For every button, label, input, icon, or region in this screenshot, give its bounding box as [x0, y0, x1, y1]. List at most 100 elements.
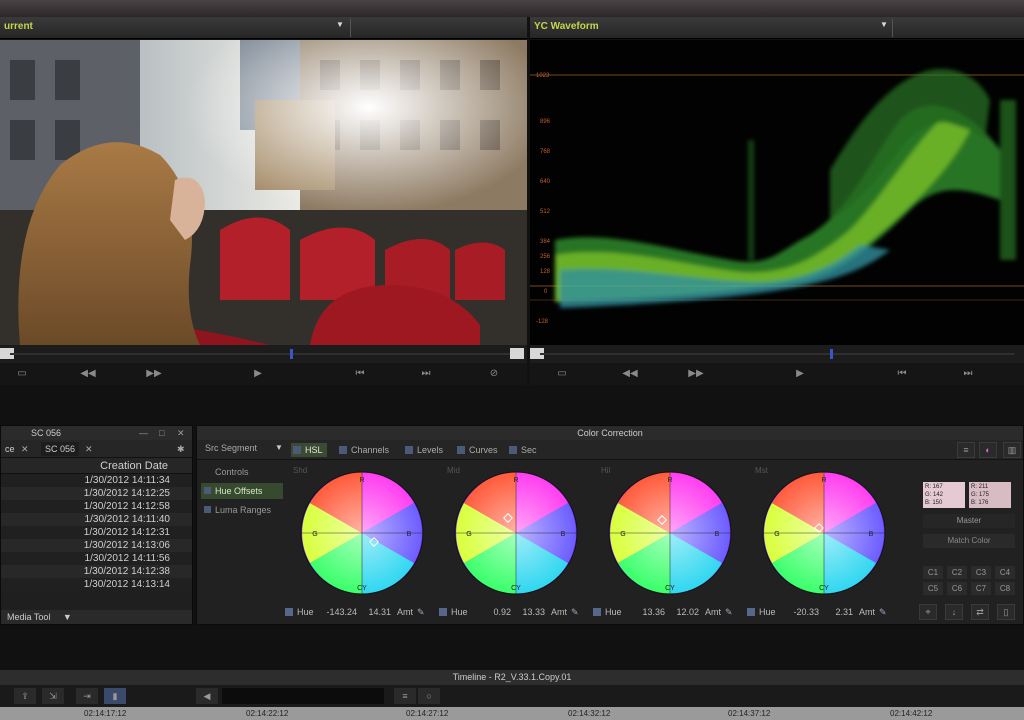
record-circle-icon[interactable]: ○: [418, 688, 440, 704]
enable-checkbox[interactable]: [285, 608, 293, 616]
tab-close-icon[interactable]: ✕: [17, 442, 33, 456]
down-arrow-icon[interactable]: ↓: [945, 604, 963, 620]
hue-value[interactable]: 13.36: [627, 604, 665, 620]
tab-curves[interactable]: Curves: [455, 443, 502, 457]
display-icon[interactable]: ▭: [554, 366, 570, 382]
maximize-icon[interactable]: □: [159, 426, 164, 440]
play-icon[interactable]: ▶: [792, 366, 808, 382]
tab-channels[interactable]: Channels: [337, 443, 393, 457]
enable-checkbox[interactable]: [747, 608, 755, 616]
table-row[interactable]: 1/30/2012 14:11:56: [1, 552, 192, 565]
enable-checkbox[interactable]: [439, 608, 447, 616]
table-row[interactable]: 1/30/2012 14:13:06: [1, 539, 192, 552]
tab-hsl[interactable]: HSL: [291, 443, 327, 457]
timeline-ruler[interactable]: 02:14:17:12 02:14:22:12 02:14:27:12 02:1…: [0, 707, 1024, 720]
sample-icon[interactable]: ⌖: [919, 604, 937, 620]
disable-icon[interactable]: ⊘: [486, 366, 502, 382]
table-row[interactable]: 1/30/2012 14:12:31: [1, 526, 192, 539]
amount-value[interactable]: 13.33: [515, 604, 545, 620]
next-edit-icon[interactable]: ⏭: [418, 366, 434, 382]
master-select[interactable]: Master: [923, 514, 1015, 528]
table-row[interactable]: 1/30/2012 14:11:34: [1, 474, 192, 487]
prev-edit-icon[interactable]: ⏮: [352, 366, 368, 382]
match-color-button[interactable]: Match Color: [923, 534, 1015, 548]
swap-icon[interactable]: ⇄: [971, 604, 989, 620]
color-wheel-mid[interactable]: Mid R B CY G: [443, 464, 583, 600]
hue-value[interactable]: -20.33: [781, 604, 819, 620]
position-track[interactable]: [540, 353, 1014, 355]
tab-secondary[interactable]: Sec: [507, 443, 541, 457]
menu-icon[interactable]: ≡: [394, 688, 416, 704]
color-swatch-b[interactable]: R: 211 G: 175 B: 176: [969, 482, 1011, 508]
waveform-scope[interactable]: 1023 896 768 640 512 384 256 128 0 -128: [530, 40, 1024, 345]
amount-value[interactable]: 12.02: [669, 604, 699, 620]
table-row[interactable]: 1/30/2012 14:12:25: [1, 487, 192, 500]
scope-menu-dropdown[interactable]: ▼: [880, 20, 888, 29]
media-tool-label[interactable]: Media Tool: [7, 612, 50, 622]
eyedropper-icon[interactable]: ✎: [571, 604, 579, 620]
list-icon[interactable]: ≡: [957, 442, 975, 458]
prev-edit-icon[interactable]: ⏮: [894, 366, 910, 382]
color-memory-button[interactable]: C5: [923, 582, 943, 595]
sidebar-item-controls[interactable]: Controls: [201, 464, 283, 480]
record-position-bar[interactable]: [530, 345, 1024, 363]
hue-wheel[interactable]: R B CY G: [299, 470, 425, 596]
playhead[interactable]: [830, 349, 833, 359]
audio-icon[interactable]: ◀: [196, 688, 218, 704]
bin-tab[interactable]: ce: [1, 442, 19, 456]
hue-value[interactable]: 0.92: [473, 604, 511, 620]
eyedropper-icon[interactable]: ✎: [417, 604, 425, 620]
overwrite-icon[interactable]: ▮: [104, 688, 126, 704]
sidebar-item-hue-offsets[interactable]: Hue Offsets: [201, 483, 283, 499]
bin-settings-icon[interactable]: ✱: [173, 442, 189, 456]
hue-wheel[interactable]: R B CY G: [761, 470, 887, 596]
fast-forward-icon[interactable]: ▶▶: [146, 366, 162, 382]
viewer-menu-dropdown[interactable]: ▼: [336, 20, 344, 29]
color-memory-button[interactable]: C7: [971, 582, 991, 595]
panel-icon[interactable]: ▥: [1003, 442, 1021, 458]
close-icon[interactable]: ✕: [177, 426, 185, 440]
color-memory-button[interactable]: C1: [923, 566, 943, 579]
menu-dropdown-icon[interactable]: ▼: [63, 612, 72, 622]
trash-icon[interactable]: ▯: [997, 604, 1015, 620]
chevron-down-icon[interactable]: ▼: [275, 443, 283, 452]
color-memory-button[interactable]: C3: [971, 566, 991, 579]
bin-tab-active[interactable]: SC 056: [41, 442, 80, 456]
sidebar-item-luma-ranges[interactable]: Luma Ranges: [201, 502, 283, 518]
fast-forward-icon[interactable]: ▶▶: [688, 366, 704, 382]
rewind-icon[interactable]: ◀◀: [622, 366, 638, 382]
hue-wheel[interactable]: R B CY G: [607, 470, 733, 596]
color-wheel-mst[interactable]: Mst R B CY G: [751, 464, 891, 600]
color-memory-button[interactable]: C6: [947, 582, 967, 595]
extract-icon[interactable]: ⇲: [42, 688, 64, 704]
eyedropper-icon[interactable]: ✎: [879, 604, 887, 620]
amount-value[interactable]: 14.31: [361, 604, 391, 620]
timeline-timecode-field[interactable]: [222, 688, 384, 704]
segment-select[interactable]: Src Segment: [205, 443, 257, 453]
enable-checkbox[interactable]: [593, 608, 601, 616]
hue-wheel[interactable]: R B CY G: [453, 470, 579, 596]
position-track[interactable]: [10, 353, 517, 355]
hue-value[interactable]: -143.24: [319, 604, 357, 620]
table-row[interactable]: 1/30/2012 14:12:38: [1, 565, 192, 578]
source-position-bar[interactable]: [0, 345, 527, 363]
color-picker-icon[interactable]: ◐: [979, 442, 997, 458]
lift-icon[interactable]: ⇪: [14, 688, 36, 704]
source-viewer[interactable]: [0, 40, 527, 345]
color-wheel-hil[interactable]: Hil R B CY G: [597, 464, 737, 600]
next-edit-icon[interactable]: ⏭: [960, 366, 976, 382]
table-row[interactable]: 1/30/2012 14:13:14: [1, 578, 192, 591]
color-memory-button[interactable]: C4: [995, 566, 1015, 579]
tab-levels[interactable]: Levels: [403, 443, 447, 457]
splice-icon[interactable]: ⇥: [76, 688, 98, 704]
column-header-creation-date[interactable]: Creation Date: [1, 458, 192, 474]
tab-close-icon[interactable]: ✕: [81, 442, 97, 456]
display-icon[interactable]: ▭: [14, 366, 30, 382]
playhead[interactable]: [290, 349, 293, 359]
amount-value[interactable]: 2.31: [823, 604, 853, 620]
play-icon[interactable]: ▶: [250, 366, 266, 382]
minimize-icon[interactable]: —: [139, 426, 148, 440]
color-memory-button[interactable]: C2: [947, 566, 967, 579]
table-row[interactable]: 1/30/2012 14:12:58: [1, 500, 192, 513]
color-wheel-shd[interactable]: Shd R B CY G: [289, 464, 429, 600]
